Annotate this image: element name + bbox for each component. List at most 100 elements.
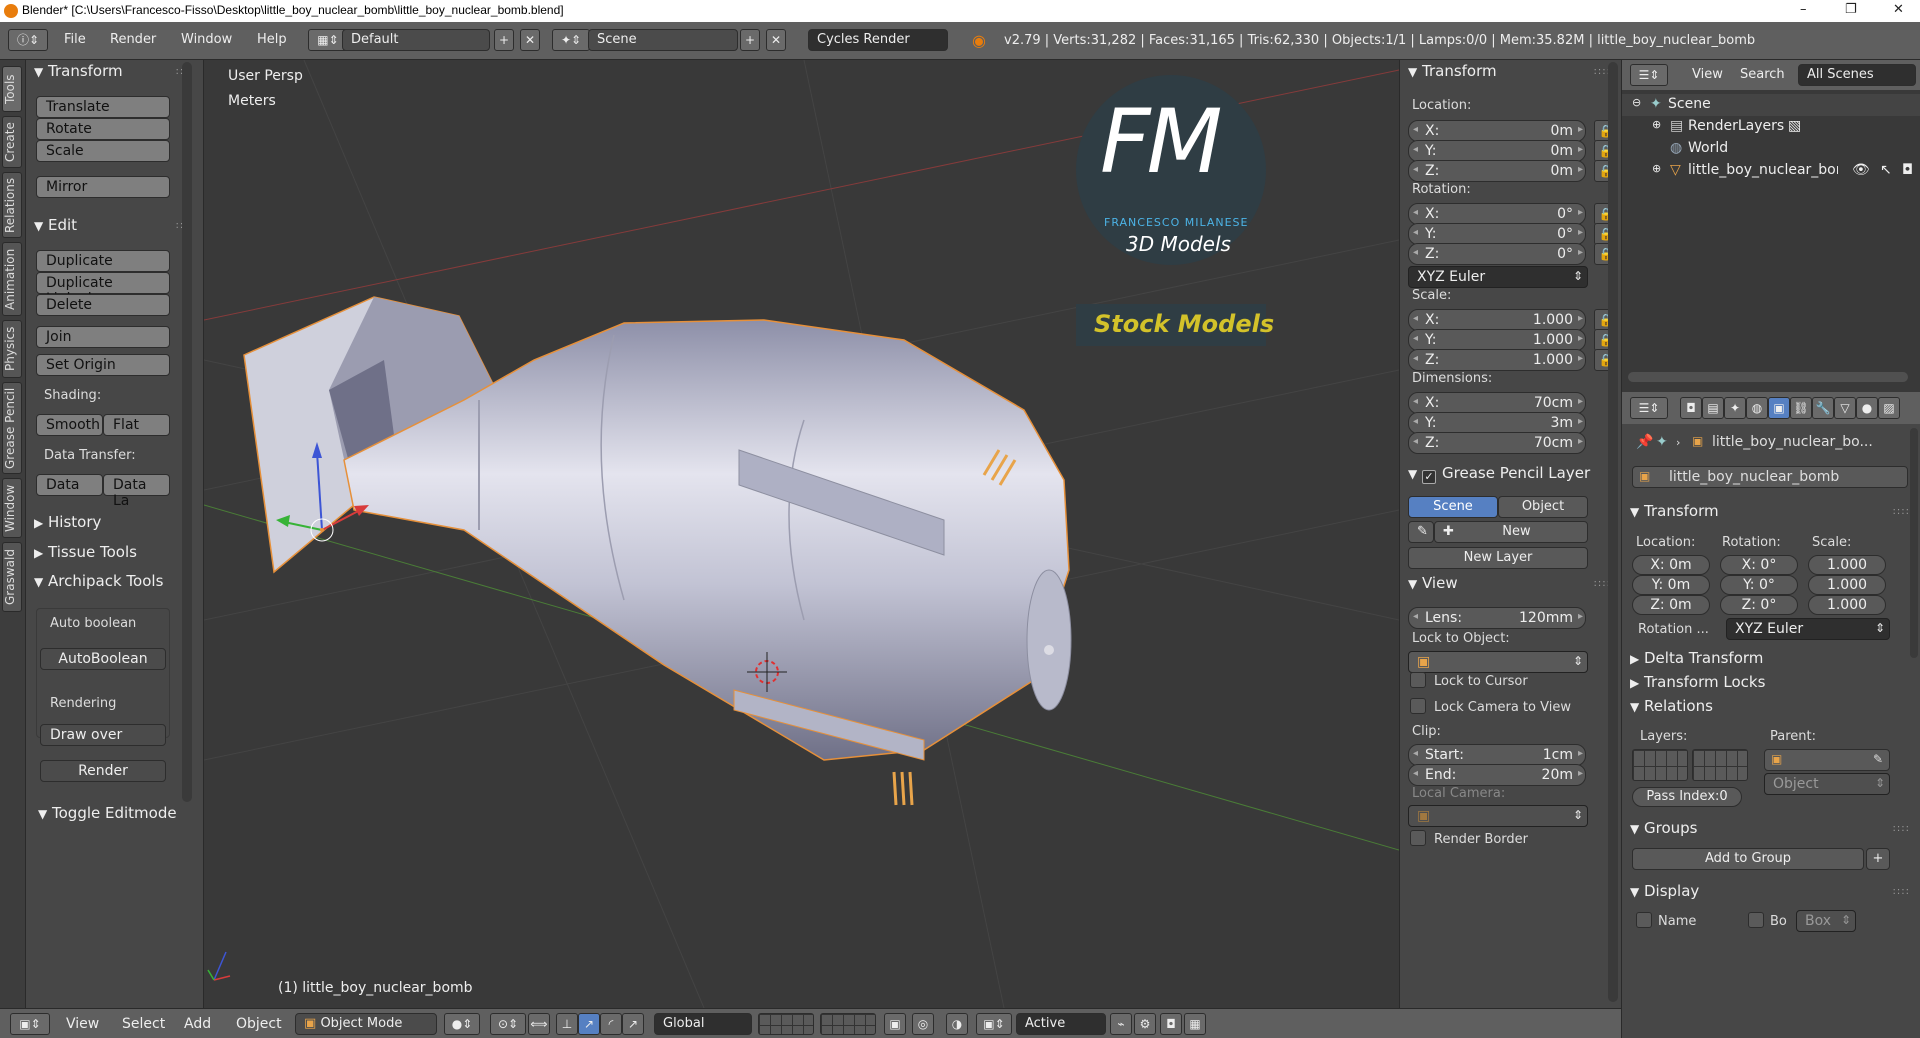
props-loc-y[interactable]: Y: 0m <box>1632 575 1710 595</box>
properties-editor-type-icon[interactable]: ☰⇕ <box>1630 397 1668 419</box>
scene-tab-icon[interactable]: ✦ <box>1724 397 1746 419</box>
animation-render-icon[interactable]: ▦ <box>1184 1013 1206 1035</box>
data-tab-icon[interactable]: ▽ <box>1834 397 1856 419</box>
location-y-field[interactable]: Y:0m <box>1408 140 1586 162</box>
grease-pencil-layer-header[interactable]: ▼ ✓ Grease Pencil Layer <box>1408 464 1590 484</box>
props-scrollbar[interactable] <box>1910 428 1918 658</box>
pin-icon[interactable]: 📌 <box>1636 434 1653 450</box>
draw-over-select[interactable]: Draw over <box>40 724 166 746</box>
drag-handle-icon[interactable]: :::: <box>1893 886 1910 897</box>
scale-x-field[interactable]: X:1.000 <box>1408 309 1586 331</box>
render-layer-icon[interactable]: ▧ <box>1788 118 1801 134</box>
scene-layers-grid-1[interactable] <box>758 1013 814 1035</box>
delete-button[interactable]: Delete <box>36 294 170 316</box>
translate-button[interactable]: Translate <box>36 96 170 118</box>
parent-field[interactable]: ▣ ✎ <box>1764 749 1890 771</box>
data-la-button[interactable]: Data La <box>103 474 170 509</box>
render-camera-icon[interactable]: ◘ <box>1902 162 1913 178</box>
scene-icon[interactable]: ✦⇕ <box>552 29 590 51</box>
rotation-mode-select[interactable]: XYZ Euler <box>1408 266 1588 288</box>
duplicate-linked-button[interactable]: Duplicate Linked <box>36 272 170 307</box>
gp-new-button[interactable]: ✚ New <box>1434 521 1588 543</box>
render-border-checkbox[interactable] <box>1410 830 1426 846</box>
props-rot-y[interactable]: Y: 0° <box>1720 575 1798 595</box>
set-origin-select[interactable]: Set Origin <box>36 354 170 376</box>
n-panel-scrollbar[interactable] <box>1608 62 1618 1002</box>
tab-relations[interactable]: Relations <box>2 172 22 238</box>
autoboolean-button[interactable]: AutoBoolean <box>40 648 166 670</box>
transform-panel-header[interactable]: ▼ Transform <box>34 62 123 80</box>
groups-header[interactable]: ▼ Groups <box>1630 819 1697 837</box>
display-name-checkbox[interactable] <box>1636 912 1652 928</box>
tab-grease-pencil[interactable]: Grease Pencil <box>2 382 22 474</box>
viewport-editor-type-icon[interactable]: ▣⇕ <box>10 1013 50 1035</box>
menu-window[interactable]: Window <box>181 32 232 47</box>
props-rotation-mode-select[interactable]: XYZ Euler <box>1726 618 1890 640</box>
select-arrow-icon[interactable]: ↖ <box>1880 162 1892 178</box>
visibility-eye-icon[interactable]: 👁 <box>1852 162 1870 178</box>
props-loc-z[interactable]: Z: 0m <box>1632 595 1710 615</box>
outliner-search-menu[interactable]: Search <box>1740 67 1785 82</box>
rotation-x-field[interactable]: X:0° <box>1408 203 1586 225</box>
rotate-button[interactable]: Rotate <box>36 118 170 140</box>
snap-icon[interactable]: ◑ <box>946 1013 968 1035</box>
archipack-tools-panel-header[interactable]: ▼ Archipack Tools <box>34 572 163 590</box>
pivot-point-icon[interactable]: ⊙⇕ <box>490 1013 526 1035</box>
display-bounds-checkbox[interactable] <box>1748 912 1764 928</box>
expand-icon[interactable]: ⊕ <box>1652 118 1661 131</box>
gp-scene-toggle[interactable]: Scene <box>1408 496 1498 518</box>
constraints-tab-icon[interactable]: ⛓ <box>1790 397 1812 419</box>
scale-y-field[interactable]: Y:1.000 <box>1408 329 1586 351</box>
tab-create[interactable]: Create <box>2 116 22 168</box>
flat-button[interactable]: Flat <box>103 414 170 436</box>
object-tab-icon[interactable]: ▣ <box>1768 397 1790 419</box>
props-scale-z[interactable]: 1.000 <box>1808 595 1886 615</box>
props-rot-x[interactable]: X: 0° <box>1720 555 1798 575</box>
render-tab-icon[interactable]: ◘ <box>1680 397 1702 419</box>
outliner-scrollbar[interactable] <box>1628 372 1908 382</box>
tab-physics[interactable]: Physics <box>2 320 22 378</box>
lock-object-field[interactable]: ▣ <box>1408 651 1588 673</box>
texture-tab-icon[interactable]: ▨ <box>1878 397 1900 419</box>
render-layers-tab-icon[interactable]: ▤ <box>1702 397 1724 419</box>
remove-layout-icon[interactable]: ✕ <box>520 29 540 51</box>
outliner-row-world[interactable]: ◍ World <box>1622 138 1920 160</box>
lock-camera-checkbox[interactable] <box>1410 698 1426 714</box>
material-tab-icon[interactable]: ● <box>1856 397 1878 419</box>
snap-view-icon[interactable]: ⟺ <box>528 1013 550 1035</box>
join-button[interactable]: Join <box>36 326 170 348</box>
data-button[interactable]: Data <box>36 474 103 496</box>
mirror-button[interactable]: Mirror <box>36 176 170 198</box>
smooth-button[interactable]: Smooth <box>36 414 103 436</box>
close-button[interactable]: ✕ <box>1893 2 1904 17</box>
shading-mode-icon[interactable]: ●⇕ <box>444 1013 480 1035</box>
gp-object-toggle[interactable]: Object <box>1498 496 1588 518</box>
props-scale-x[interactable]: 1.000 <box>1808 555 1886 575</box>
add-group-plus-icon[interactable]: + <box>1866 848 1890 870</box>
layers-grid-2[interactable] <box>1692 749 1748 781</box>
delta-transform-header[interactable]: ▶ Delta Transform <box>1630 649 1763 667</box>
render-engine-select[interactable]: Cycles Render <box>808 29 948 51</box>
remove-scene-icon[interactable]: ✕ <box>766 29 786 51</box>
history-panel-header[interactable]: ▶ History <box>34 513 101 531</box>
location-z-field[interactable]: Z:0m <box>1408 160 1586 182</box>
modifiers-tab-icon[interactable]: 🔧 <box>1812 397 1834 419</box>
local-camera-field[interactable]: ▣ <box>1408 805 1588 827</box>
scale-z-field[interactable]: Z:1.000 <box>1408 349 1586 371</box>
shelf-scrollbar[interactable] <box>182 62 192 802</box>
proportional-edit-icon[interactable]: ◎ <box>912 1013 934 1035</box>
rotation-z-field[interactable]: Z:0° <box>1408 243 1586 265</box>
outliner-display-mode-select[interactable]: All Scenes <box>1798 64 1916 86</box>
layers-grid-1[interactable] <box>1632 749 1688 781</box>
mode-select[interactable]: ▣ Object Mode <box>295 1013 437 1035</box>
3d-viewport[interactable]: User Persp Meters (1) little_boy_nuclear… <box>204 60 1399 1008</box>
clip-start-field[interactable]: Start:1cm <box>1408 744 1586 766</box>
props-rot-z[interactable]: Z: 0° <box>1720 595 1798 615</box>
bomb-model[interactable] <box>243 296 1072 806</box>
lock-layers-icon[interactable]: ▣ <box>884 1013 906 1035</box>
drag-handle-icon[interactable]: :::: <box>1893 506 1910 517</box>
render-button[interactable]: Render <box>40 760 166 782</box>
transform-locks-header[interactable]: ▶ Transform Locks <box>1630 673 1765 691</box>
add-scene-icon[interactable]: + <box>740 29 760 51</box>
world-tab-icon[interactable]: ◍ <box>1746 397 1768 419</box>
